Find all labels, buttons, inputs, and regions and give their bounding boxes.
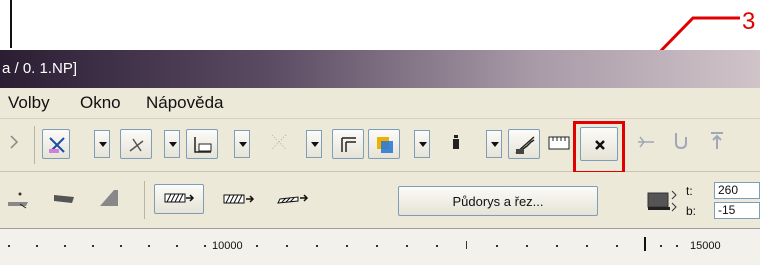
toolbar-top [0,119,760,172]
layer-color-icon [377,137,393,153]
toolbar-info: Půdorys a řez... t: b: 260 -15 [0,172,760,228]
stair-icon [515,136,535,154]
ruler-button[interactable] [546,129,572,159]
horizontal-ruler: 10000 15000 [0,228,760,265]
magic-wand-icon [129,138,144,152]
plan-section-button[interactable]: Půdorys a řez... [398,186,598,216]
guide-line-button[interactable] [186,129,218,159]
pattern-arrow-icon[interactable] [276,191,310,207]
arrange-top-icon[interactable] [708,131,726,151]
ruler-tick [376,245,378,247]
wall-tool-icon[interactable] [6,190,32,210]
ruler-tick [204,245,206,247]
t-label: t: [686,184,693,198]
ruler-tick [8,245,10,247]
b-value-field[interactable]: -15 [714,202,760,219]
snap-icon [49,137,65,153]
slab-tool-icon[interactable] [52,192,78,206]
dashed-arrow-icon[interactable] [222,191,256,207]
hook-icon[interactable] [672,131,690,151]
b-label: b: [686,204,697,218]
ruler-cursor-marker [644,237,646,251]
grid-dots-dropdown[interactable] [306,130,322,158]
magic-wand-button[interactable] [120,129,152,159]
ruler-tick-major [466,241,467,249]
ruler-tick [316,245,318,247]
corner-icon [341,137,356,152]
ruler-tick [436,245,438,247]
toolbar-separator [34,126,35,164]
snap-button[interactable] [42,129,70,159]
layer-color-dropdown[interactable] [414,130,430,158]
ruler-tick [616,245,618,247]
hatch-arrow-button[interactable] [154,184,204,214]
marker-dropdown[interactable] [486,130,502,158]
height-setting-icon[interactable] [646,185,682,217]
ruler-tick [526,245,528,247]
ruler-tick [92,245,94,247]
guide-line-dropdown[interactable] [234,130,250,158]
ruler-tick [496,245,498,247]
roof-tool-icon[interactable] [98,188,120,208]
ruler-tick [556,245,558,247]
snap-dropdown[interactable] [94,130,110,158]
grid-dots-icon [271,134,287,150]
ruler-tick [346,245,348,247]
corner-button[interactable] [332,129,364,159]
window-frame-edge [10,0,12,48]
layer-color-button[interactable] [368,129,400,159]
partial-arrow-icon [10,135,19,149]
ruler-tick [586,245,588,247]
marker-icon [453,135,459,149]
menu-bar: Volby Okno Nápověda [0,88,760,119]
ruler-tick [36,245,38,247]
screenshot-canvas: 3 a / 0. 1.NP] Volby Okno Nápověda Půdor… [0,0,760,265]
ruler-tick [406,245,408,247]
window-title: a / 0. 1.NP] [2,60,78,77]
ruler-tick [256,245,258,247]
hatch-arrow-icon [164,193,195,203]
menu-okno[interactable]: Okno [80,93,121,113]
ruler-tick [64,245,66,247]
t-value-field[interactable]: 260 [714,182,760,199]
menu-napoveda[interactable]: Nápověda [146,93,224,113]
magic-wand-dropdown[interactable] [164,130,180,158]
trace-icon[interactable] [636,133,656,151]
stair-button[interactable] [508,129,540,159]
highlight-box [573,121,625,174]
ruler-tick [176,245,178,247]
menu-volby[interactable]: Volby [8,93,50,113]
ruler-tick [148,245,150,247]
ruler-label-15000: 15000 [690,240,721,252]
ruler-icon [548,136,570,150]
ruler-tick [286,245,288,247]
guide-line-icon [194,137,212,153]
toolbar-separator [144,181,145,219]
title-bar[interactable]: a / 0. 1.NP] [0,50,760,88]
ruler-tick [660,245,662,247]
ruler-tick [120,245,122,247]
ruler-tick [676,245,678,247]
ruler-label-10000: 10000 [212,240,243,252]
